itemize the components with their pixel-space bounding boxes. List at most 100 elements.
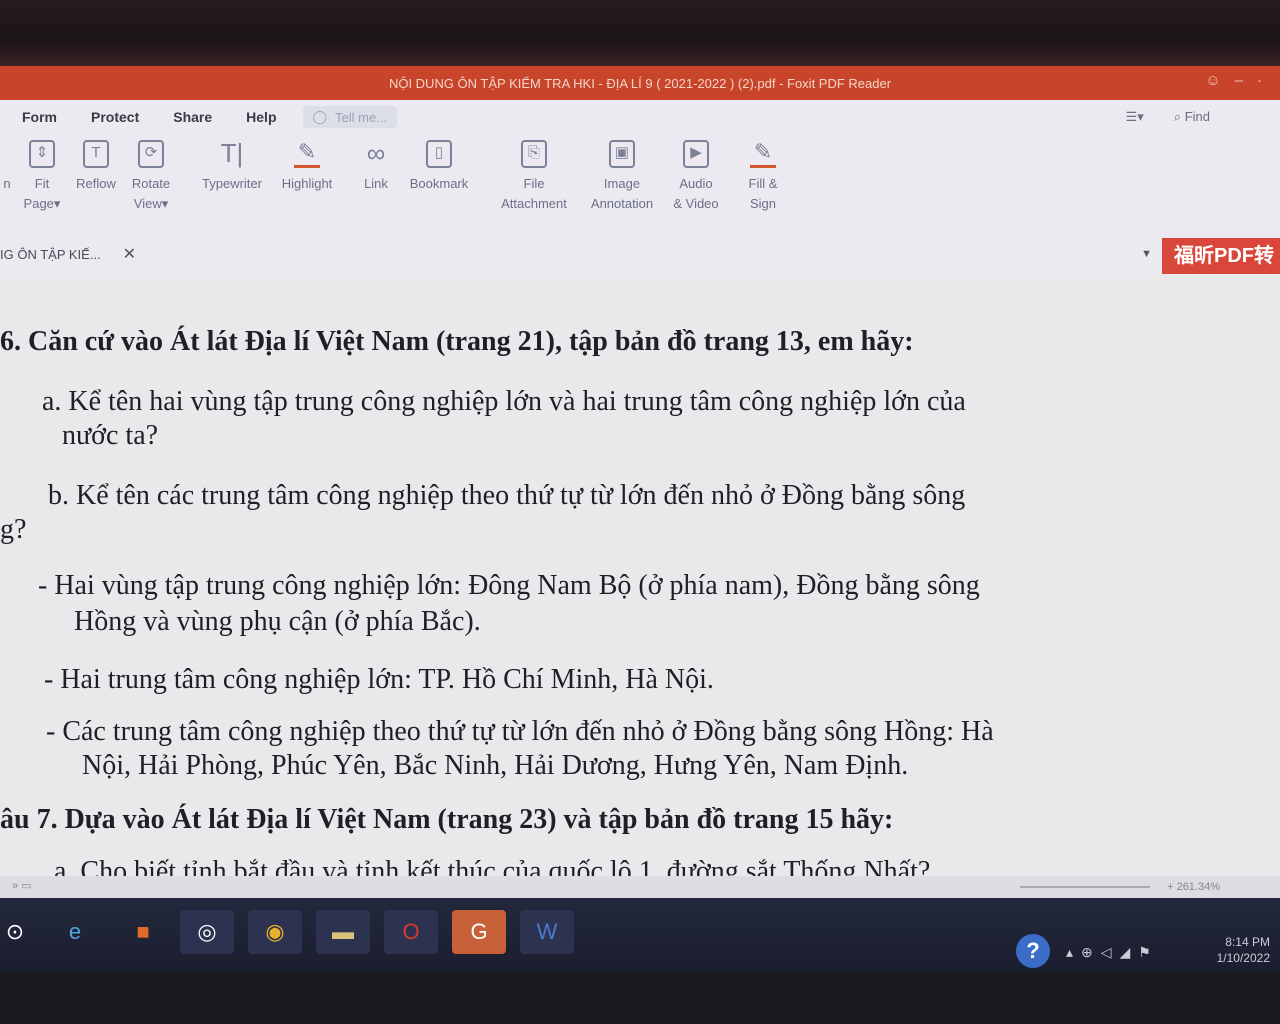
tool-label-2: View▾ bbox=[133, 196, 169, 211]
title-bar: NỘI DUNG ÔN TẬP KIỂM TRA HKI - ĐỊA LÍ 9 … bbox=[0, 66, 1280, 100]
tool-label: n bbox=[3, 176, 11, 191]
tool-typewriter[interactable]: T| Typewriter bbox=[194, 140, 270, 194]
file-explorer-icon[interactable]: ▬ bbox=[316, 910, 370, 954]
minimize-icon[interactable]: – bbox=[1235, 72, 1243, 89]
rotate-icon: ⟳ bbox=[138, 140, 164, 168]
tool-label-2: Attachment bbox=[501, 196, 567, 211]
view-mode-icon[interactable]: ☰▾ bbox=[1126, 109, 1144, 125]
clock-time: 8:14 PM bbox=[1225, 935, 1270, 949]
tell-me-text: Tell me... bbox=[335, 109, 388, 125]
menu-share[interactable]: Share bbox=[173, 109, 212, 125]
menu-protect[interactable]: Protect bbox=[91, 109, 139, 125]
document-tab[interactable]: IG ÔN TẬP KIẾ... ✕ bbox=[0, 244, 136, 264]
document-tab-bar: IG ÔN TẬP KIẾ... ✕ ▼ 福昕PDF转 bbox=[0, 238, 1280, 275]
start-icon[interactable]: ⊙ bbox=[0, 910, 30, 954]
answer-2: - Hai trung tâm công nghiệp lớn: TP. Hồ … bbox=[44, 664, 714, 695]
menu-right-tools: ☰▾ ⌕ Find bbox=[1126, 109, 1210, 125]
tool-file-attachment[interactable]: ⎘ File Attachment bbox=[492, 140, 576, 214]
reflow-icon: T bbox=[83, 140, 109, 168]
more-icon[interactable]: · bbox=[1257, 72, 1262, 89]
tool-reflow[interactable]: T Reflow bbox=[72, 140, 120, 194]
tool-label: Reflow bbox=[76, 176, 116, 191]
tool-label: Highlight bbox=[281, 176, 333, 191]
tell-me-box[interactable]: ◯ Tell me... bbox=[302, 106, 398, 128]
tool-label-2: Page▾ bbox=[23, 196, 61, 211]
tool-label: File bbox=[523, 176, 545, 191]
monitor-bezel-bottom bbox=[0, 972, 1280, 1024]
file-attachment-icon: ⎘ bbox=[521, 140, 547, 168]
tool-label-2: & Video bbox=[673, 196, 719, 211]
clock[interactable]: 8:14 PM 1/10/2022 bbox=[1217, 934, 1270, 966]
menu-help[interactable]: Help bbox=[246, 109, 276, 125]
tool-image-annotation[interactable]: ▣ Image Annotation bbox=[582, 140, 662, 214]
system-tray-icons[interactable]: ▴⊕◁◢⚑ bbox=[1066, 944, 1159, 961]
link-icon: ∞ bbox=[366, 138, 386, 168]
typewriter-icon: T| bbox=[220, 138, 244, 168]
answer-3-line-1: - Các trung tâm công nghiệp theo thứ tự … bbox=[46, 716, 994, 747]
document-tab-title: IG ÔN TẬP KIẾ... bbox=[0, 246, 101, 262]
tool-page[interactable]: n bbox=[0, 140, 14, 194]
question-6b-line-2: g? bbox=[0, 514, 27, 545]
tool-label: Link bbox=[364, 176, 388, 191]
search-icon: ⌕ bbox=[1173, 109, 1185, 124]
zoom-level[interactable]: + 261.34% bbox=[1167, 881, 1220, 893]
menu-form[interactable]: Form bbox=[22, 109, 57, 125]
foxit-reader-icon[interactable]: G bbox=[452, 910, 506, 954]
fit-page-icon: ⇕ bbox=[29, 140, 55, 168]
tool-label: Fit bbox=[34, 176, 50, 191]
tool-label: Bookmark bbox=[409, 176, 469, 191]
question-7: âu 7. Dựa vào Át lát Địa lí Việt Nam (tr… bbox=[0, 804, 894, 835]
question-6b-line-1: b. Kể tên các trung tâm công nghiệp theo… bbox=[48, 480, 966, 511]
question-6: 6. Căn cứ vào Át lát Địa lí Việt Nam (tr… bbox=[0, 326, 914, 357]
zalo-icon[interactable]: ◎ bbox=[180, 910, 234, 954]
tool-label: Fill & bbox=[748, 176, 778, 191]
tool-rotate-view[interactable]: ⟳ Rotate View▾ bbox=[126, 140, 176, 214]
clock-date: 1/10/2022 bbox=[1216, 951, 1270, 965]
document-page: 6. Căn cứ vào Át lát Địa lí Việt Nam (tr… bbox=[0, 274, 1280, 896]
menu-bar: Form Protect Share Help ◯ Tell me... ☰▾ … bbox=[0, 100, 1280, 134]
account-icon[interactable]: ☺ bbox=[1205, 72, 1220, 89]
promo-banner[interactable]: 福昕PDF转 bbox=[1162, 238, 1280, 274]
fill-sign-icon: ✎ bbox=[750, 140, 776, 168]
opera-icon[interactable]: O bbox=[384, 910, 438, 954]
status-bar: » ▭ + 261.34% bbox=[0, 876, 1280, 898]
find-label: Find bbox=[1184, 109, 1210, 124]
answer-1-line-2: Hồng và vùng phụ cận (ở phía Bắc). bbox=[74, 606, 481, 637]
lightbulb-icon: ◯ bbox=[312, 109, 328, 124]
tool-label-2: Annotation bbox=[590, 196, 654, 211]
window-controls: ☺ – · bbox=[1205, 72, 1262, 89]
office-icon[interactable]: ■ bbox=[116, 910, 170, 954]
tool-label: Audio bbox=[679, 176, 713, 191]
chrome-icon[interactable]: ◉ bbox=[248, 910, 302, 954]
image-annotation-icon: ▣ bbox=[609, 140, 635, 168]
bookmark-icon: ▯ bbox=[426, 140, 452, 168]
highlight-icon: ✎ bbox=[294, 140, 320, 168]
tool-label: Typewriter bbox=[202, 176, 262, 191]
tool-label-2: Sign bbox=[749, 196, 777, 211]
close-icon[interactable]: ✕ bbox=[123, 244, 136, 264]
ribbon-toolbar: n ⇕ Fit Page▾ T Reflow ⟳ Rotate View▾ T|… bbox=[0, 134, 1280, 238]
tool-audio-video[interactable]: ▶ Audio & Video bbox=[666, 140, 726, 214]
tool-highlight[interactable]: ✎ Highlight bbox=[276, 140, 338, 194]
window-title: NỘI DUNG ÔN TẬP KIỂM TRA HKI - ĐỊA LÍ 9 … bbox=[388, 75, 892, 91]
word-icon[interactable]: W bbox=[520, 910, 574, 954]
question-6a-line-1: a. Kể tên hai vùng tập trung công nghiệp… bbox=[42, 386, 966, 417]
edge-icon[interactable]: e bbox=[48, 910, 102, 954]
tool-fill-sign[interactable]: ✎ Fill & Sign bbox=[740, 140, 786, 214]
tool-label: Rotate bbox=[131, 176, 171, 191]
help-icon[interactable]: ? bbox=[1016, 934, 1050, 968]
chevron-down-icon[interactable]: ▼ bbox=[1141, 248, 1152, 260]
taskbar: ⊙ e ■ ◎ ◉ ▬ O G W ? ▴⊕◁◢⚑ 8:14 PM 1/10/2… bbox=[0, 898, 1280, 972]
find-box[interactable]: ⌕ Find bbox=[1174, 109, 1210, 125]
answer-1-line-1: - Hai vùng tập trung công nghiệp lớn: Đô… bbox=[38, 570, 980, 601]
tool-link[interactable]: ∞ Link bbox=[356, 140, 396, 194]
audio-video-icon: ▶ bbox=[683, 140, 709, 168]
expand-icon[interactable]: » ▭ bbox=[12, 879, 32, 892]
tool-bookmark[interactable]: ▯ Bookmark bbox=[404, 140, 474, 194]
question-6a-line-2: nước ta? bbox=[62, 420, 159, 451]
answer-3-line-2: Nội, Hải Phòng, Phúc Yên, Bắc Ninh, Hải … bbox=[82, 750, 909, 781]
tool-label: Image bbox=[603, 176, 641, 191]
zoom-slider[interactable] bbox=[1020, 886, 1150, 888]
tool-fit-page[interactable]: ⇕ Fit Page▾ bbox=[20, 140, 64, 214]
monitor-bezel-top bbox=[0, 0, 1280, 66]
